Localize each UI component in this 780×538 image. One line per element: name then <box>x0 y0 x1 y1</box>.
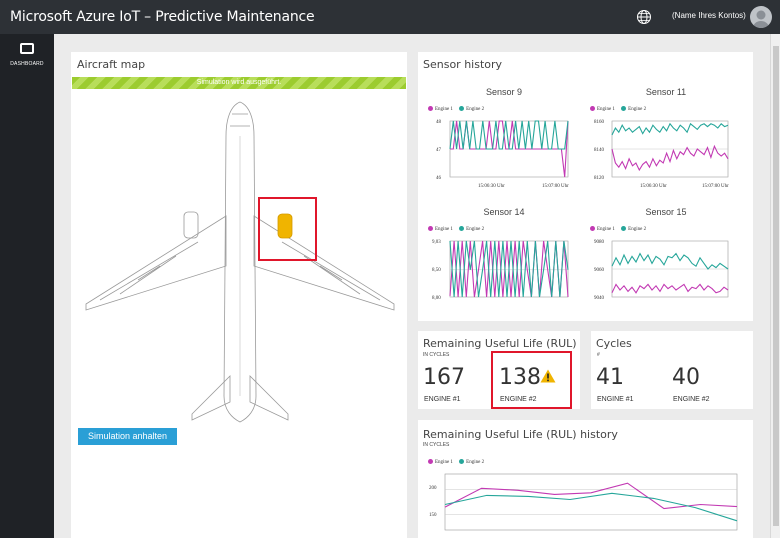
y-tick: 9060 <box>594 268 605 273</box>
engine-2-dot <box>459 106 465 111</box>
engine-1-dot <box>428 226 433 231</box>
sensor-11-chart: 8160 8140 8120 15:06:30 Uhr 15:07:00 Uhr <box>594 120 729 189</box>
legend-engine-1: Engine 1 <box>435 226 453 232</box>
series-line-2 <box>611 252 729 270</box>
sensor-15-chart: 9080 9060 9040 <box>594 240 729 301</box>
rul-engine-1-label: ENGINE #1 <box>424 396 461 403</box>
sensor-15-plot <box>611 240 729 298</box>
sensor-14-title: Sensor 14 <box>483 207 525 217</box>
y-tick: 8120 <box>594 176 605 181</box>
sensor-11-title: Sensor 11 <box>645 87 687 97</box>
engine-1-dot <box>428 106 433 111</box>
scrollbar[interactable] <box>770 34 780 538</box>
legend-engine-1: Engine 1 <box>435 106 453 112</box>
rul-history-plot <box>444 473 738 531</box>
y-tick: 8160 <box>594 120 605 125</box>
rul-title: Remaining Useful Life (RUL) <box>423 337 577 350</box>
sensor-9-title: Sensor 9 <box>485 87 523 97</box>
y-tick: 9080 <box>594 240 605 245</box>
rul-history-chart: 200 150 <box>429 473 738 531</box>
stop-simulation-button[interactable]: Simulation anhalten <box>78 428 177 445</box>
cycles-engine-1-label: ENGINE #1 <box>597 396 634 403</box>
rul-history-legend: Engine 1 Engine 2 <box>428 459 489 465</box>
dashboard-icon <box>20 43 34 54</box>
cycles-engine-2-value: 40 <box>672 365 700 390</box>
sensor-14-chart: 9,03 8,50 8,00 <box>432 240 569 301</box>
series-line-1 <box>611 283 729 294</box>
engine-2-dot <box>459 226 465 231</box>
x-tick: 15:07:00 Uhr <box>702 184 729 189</box>
engine-2-rul-highlight <box>491 351 572 409</box>
series-line-1 <box>611 144 729 172</box>
y-tick: 48 <box>436 120 442 125</box>
sensor-9-chart: 48 47 46 15:06:30 Uhr 15:07:00 Uhr <box>436 120 569 189</box>
legend-engine-2: Engine 2 <box>466 226 485 232</box>
legend-engine-1: Engine 1 <box>597 226 615 232</box>
rul-engine-1-value: 167 <box>423 365 465 390</box>
legend-engine-2: Engine 2 <box>628 106 647 112</box>
series-line-2 <box>444 492 738 522</box>
x-tick: 15:06:30 Uhr <box>478 184 505 189</box>
sensor-14-legend: Engine 1 Engine 2 <box>428 226 489 232</box>
engine-1-dot <box>590 226 595 231</box>
rul-history-title: Remaining Useful Life (RUL) history <box>423 428 618 441</box>
cycles-engine-1-value: 41 <box>596 365 624 390</box>
sidebar-item-dashboard[interactable]: DASHBOARD <box>0 34 54 74</box>
cycles-title: Cycles <box>596 337 632 350</box>
app-title: Microsoft Azure IoT – Predictive Mainten… <box>10 9 315 25</box>
rul-subtitle: IN CYCLES <box>423 352 450 358</box>
legend-engine-1: Engine 1 <box>597 106 615 112</box>
y-tick: 8,00 <box>432 296 441 301</box>
y-tick: 8140 <box>594 148 605 153</box>
sensor-14-plot <box>449 240 569 298</box>
sensor-15-legend: Engine 1 Engine 2 <box>590 226 651 232</box>
plot-frame <box>444 473 738 531</box>
sidebar: DASHBOARD <box>0 34 54 538</box>
legend-engine-1: Engine 1 <box>435 459 453 465</box>
engine-2-dot <box>621 106 627 111</box>
engine-2-highlight <box>258 197 317 261</box>
series-line-2 <box>449 120 569 150</box>
legend-engine-2: Engine 2 <box>466 106 485 112</box>
aircraft-diagram <box>85 101 395 423</box>
rul-history-subtitle: IN CYCLES <box>423 442 450 448</box>
y-tick: 9040 <box>594 296 605 301</box>
y-tick: 47 <box>436 148 442 153</box>
account-name[interactable]: (Name Ihres Kontos) <box>672 11 746 20</box>
top-bar: Microsoft Azure IoT – Predictive Mainten… <box>0 0 780 34</box>
y-tick: 46 <box>436 176 442 181</box>
aircraft-map-title: Aircraft map <box>77 58 146 71</box>
x-tick: 15:07:00 Uhr <box>542 184 569 189</box>
engine-2-dot <box>621 226 627 231</box>
engine-1-dot <box>590 106 595 111</box>
y-tick: 8,50 <box>432 268 441 273</box>
sidebar-item-label: DASHBOARD <box>10 61 44 67</box>
sensor-9-plot <box>449 120 569 178</box>
avatar[interactable] <box>750 6 772 28</box>
cycles-subtitle: # <box>597 352 600 358</box>
scroll-thumb[interactable] <box>773 46 779 526</box>
sensor-9-legend: Engine 1 Engine 2 <box>428 106 489 112</box>
globe-icon[interactable] <box>636 9 652 25</box>
engine-2-dot <box>459 459 465 464</box>
y-tick: 9,03 <box>432 240 441 245</box>
sensor-11-plot <box>611 120 729 178</box>
legend-engine-2: Engine 2 <box>628 226 647 232</box>
sensor-15-title: Sensor 15 <box>645 207 687 217</box>
sensor-history-title: Sensor history <box>423 58 503 71</box>
y-tick: 150 <box>429 513 437 518</box>
cycles-engine-2-label: ENGINE #2 <box>673 396 710 403</box>
y-tick: 200 <box>429 486 437 491</box>
series-line-2 <box>611 122 729 136</box>
x-tick: 15:06:30 Uhr <box>640 184 667 189</box>
simulation-banner: Simulation wird ausgeführt. <box>72 77 406 89</box>
engine-1-dot <box>428 459 433 464</box>
legend-engine-2: Engine 2 <box>466 459 485 465</box>
sensor-11-legend: Engine 1 Engine 2 <box>590 106 651 112</box>
